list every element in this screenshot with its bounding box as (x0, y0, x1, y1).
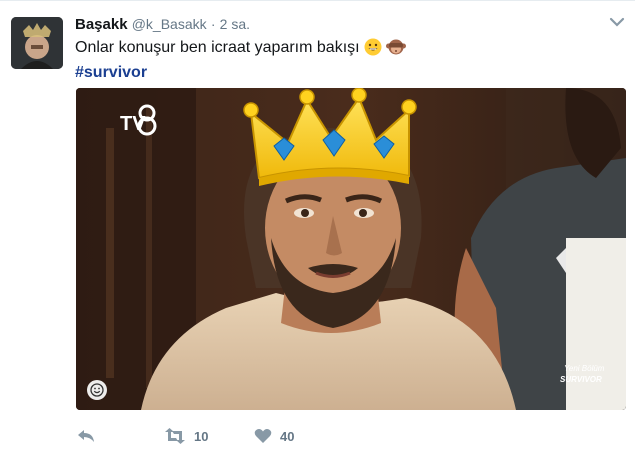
tweet-body: Onlar konuşur ben icraat yaparım bakışı (75, 39, 360, 56)
author-name[interactable]: Başakk (75, 16, 128, 33)
retweet-button[interactable]: 10 (164, 426, 208, 446)
like-button[interactable]: 40 (254, 426, 294, 446)
media-image: TV Yeni Bölüm SURVIVOR (76, 88, 626, 410)
separator: · (210, 16, 216, 32)
tweet-text: Onlar konuşur ben icraat yaparım bakışı … (75, 37, 615, 83)
avatar-image (11, 17, 63, 69)
avatar[interactable] (11, 17, 63, 69)
reply-button[interactable] (76, 426, 96, 446)
timestamp[interactable]: 2 sa. (220, 16, 250, 32)
reply-icon (78, 430, 94, 442)
chevron-down-icon[interactable] (609, 16, 625, 28)
heart-icon (254, 429, 272, 443)
hashtag-link[interactable]: #survivor (75, 62, 615, 83)
like-count: 40 (280, 428, 295, 444)
retweet-count: 10 (194, 428, 209, 444)
smiley-icon[interactable] (87, 380, 107, 400)
grinning-face-icon (364, 38, 382, 62)
overlay-caption-line2: SURVIVOR (560, 375, 602, 384)
tweet-header: Başakk @k_Basakk · 2 sa. (75, 14, 250, 35)
see-no-evil-monkey-icon (386, 38, 407, 62)
overlay-caption-line1: Yeni Bölüm (564, 364, 605, 373)
top-divider (0, 0, 635, 1)
retweet-icon (165, 428, 185, 444)
tweet-media[interactable]: TV Yeni Bölüm SURVIVOR (76, 88, 626, 410)
author-handle[interactable]: @k_Basakk (132, 16, 207, 32)
